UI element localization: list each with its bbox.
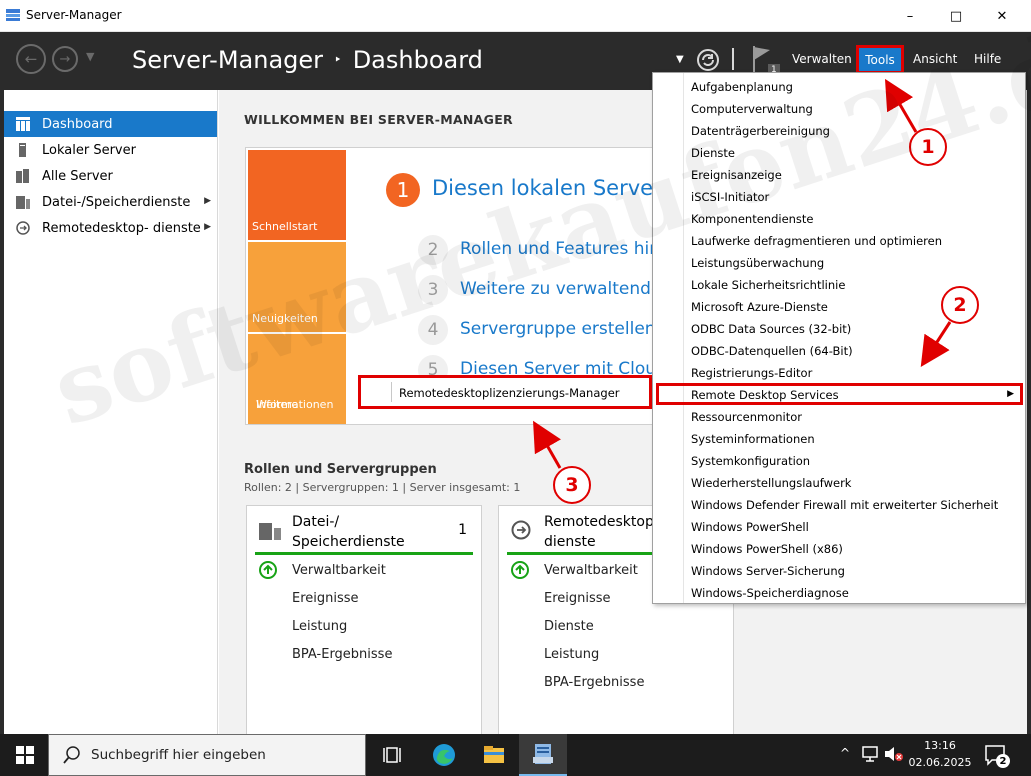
annotation-arrow-2 xyxy=(920,321,952,368)
windows-start-icon[interactable] xyxy=(16,746,34,764)
taskbar-search-box[interactable]: Suchbegriff hier eingeben xyxy=(48,734,366,776)
taskbar: Suchbegriff hier eingeben ^ 13:16 02.06.… xyxy=(0,734,1031,776)
server-manager-app-icon xyxy=(533,744,553,764)
annotation-arrows xyxy=(533,78,952,469)
annotation-callout-1: 1 xyxy=(909,128,947,166)
annotation-arrow-3 xyxy=(533,420,562,469)
search-placeholder: Suchbegriff hier eingeben xyxy=(91,747,266,763)
network-icon[interactable] xyxy=(862,746,880,762)
server-manager-window: { "window": {"title": "Server-Manager", … xyxy=(0,0,1031,776)
taskbar-server-manager-active[interactable] xyxy=(519,734,567,776)
search-icon xyxy=(63,746,80,764)
chevron-up-icon[interactable]: ^ xyxy=(840,746,850,760)
volume-muted-icon[interactable] xyxy=(884,745,904,763)
edge-browser-icon[interactable] xyxy=(432,743,456,767)
clock-time: 13:16 xyxy=(924,739,956,752)
notification-count-badge: 2 xyxy=(996,754,1010,768)
file-explorer-icon[interactable] xyxy=(482,743,506,767)
annotation-callout-3: 3 xyxy=(553,466,591,504)
clock-date: 02.06.2025 xyxy=(908,756,972,769)
annotation-arrow-1 xyxy=(884,78,918,133)
taskbar-clock[interactable]: 13:16 02.06.2025 xyxy=(904,737,976,771)
annotation-callout-2: 2 xyxy=(941,286,979,324)
task-view-icon[interactable] xyxy=(382,743,406,767)
